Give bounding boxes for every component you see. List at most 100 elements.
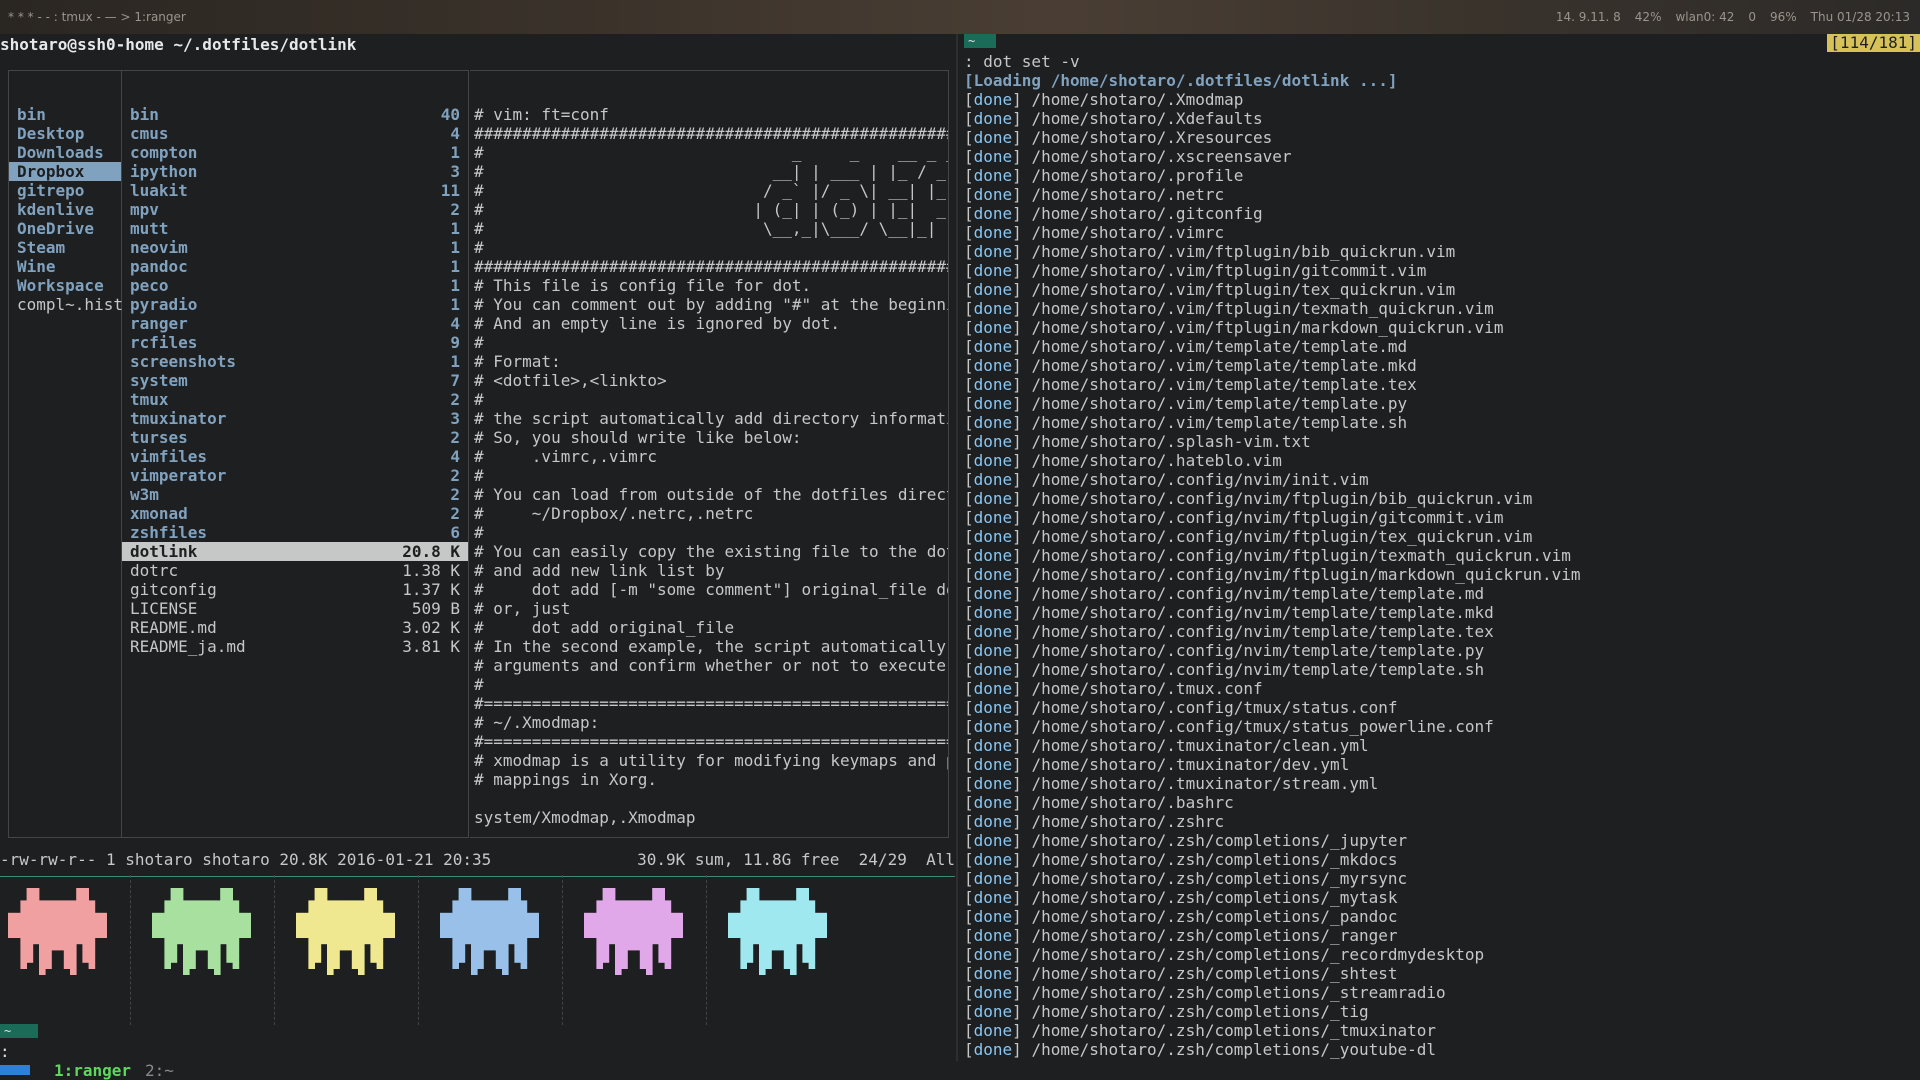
parent-dir-item[interactable]: Steam [9,238,121,257]
file-list-item[interactable]: rcfiles 9 [122,333,468,352]
parent-dir-item[interactable]: kdenlive [9,200,121,219]
done-path: /home/shotaro/.tmuxinator/clean.yml [1031,736,1369,755]
parent-dir-item[interactable]: Workspace [9,276,121,295]
done-label: done [973,451,1013,470]
done-line: [done] /home/shotaro/.config/nvim/ftplug… [964,508,1504,527]
tmux-window-1[interactable]: 1:ranger [54,1061,131,1080]
item-size: 6 [450,523,460,542]
done-line: [done] /home/shotaro/.vim/template/templ… [964,375,1417,394]
preview-line: # [474,238,484,257]
file-list-item[interactable]: vimfiles 4 [122,447,468,466]
done-path: /home/shotaro/.profile [1031,166,1244,185]
done-path: /home/shotaro/.zsh/completions/_recordmy… [1031,945,1485,964]
item-size: 1 [450,257,460,276]
done-label: done [973,470,1013,489]
item-name: gitconfig [130,580,217,599]
done-label: done [973,375,1013,394]
done-label: done [973,318,1013,337]
done-path: /home/shotaro/.zsh/completions/_mkdocs [1031,850,1398,869]
item-size: 3.81 K [402,637,460,656]
file-list-item[interactable]: ranger 4 [122,314,468,333]
item-name: rcfiles [130,333,198,352]
item-name: ranger [130,314,188,333]
preview-line: # ~/Dropbox/.netrc,.netrc [474,504,754,523]
done-path: /home/shotaro/.splash-vim.txt [1031,432,1311,451]
parent-dir-item[interactable]: Desktop [9,124,121,143]
preview-line: # You can easily copy the existing file … [474,542,949,561]
done-path: /home/shotaro/.vim/template/template.md [1031,337,1408,356]
file-list-item[interactable]: README_ja.md 3.81 K [122,637,468,656]
file-list-item[interactable]: screenshots 1 [122,352,468,371]
file-list-item[interactable]: luakit 11 [122,181,468,200]
file-list-item[interactable]: vimperator 2 [122,466,468,485]
done-label: done [973,356,1013,375]
file-list-item[interactable]: compton 1 [122,143,468,162]
upload-indicator: 0 [1748,10,1756,24]
done-line: [done] /home/shotaro/.hateblo.vim [964,451,1282,470]
file-list-item[interactable]: pyradio 1 [122,295,468,314]
item-name: pandoc [130,257,188,276]
preview-line: # or, just [474,599,571,618]
file-info: -rw-rw-r-- 1 shotaro shotaro 20.8K 2016-… [0,850,492,869]
done-path: /home/shotaro/.config/nvim/template/temp… [1031,660,1485,679]
item-size: 1 [450,276,460,295]
file-list-item[interactable]: tmux 2 [122,390,468,409]
preview-line: # [474,675,484,694]
parent-dir-item[interactable]: Dropbox [9,162,121,181]
preview-line: ########################################… [474,124,949,143]
file-list-item[interactable]: zshfiles 6 [122,523,468,542]
item-name: mpv [130,200,159,219]
parent-dir-item[interactable]: OneDrive [9,219,121,238]
file-list-item[interactable]: cmus 4 [122,124,468,143]
file-list-item[interactable]: LICENSE 509 B [122,599,468,618]
item-size: 4 [450,314,460,333]
file-list-item[interactable]: README.md 3.02 K [122,618,468,637]
done-label: done [973,907,1013,926]
done-line: [done] /home/shotaro/.config/nvim/init.v… [964,470,1369,489]
parent-dir-item[interactable]: gitrepo [9,181,121,200]
shell-prompt[interactable]: : [0,1042,10,1061]
file-list-item[interactable]: w3m 2 [122,485,468,504]
ranger-current-column[interactable]: bin 40 cmus 4 compton 1 ipython 3 luakit 11 mpv 2 mu… [122,70,469,838]
parent-dir-item[interactable]: Downloads [9,143,121,162]
tmux-window-2[interactable]: 2:~ [145,1061,174,1080]
file-list-item[interactable]: peco 1 [122,276,468,295]
parent-dir-item[interactable]: Wine [9,257,121,276]
parent-dir-item[interactable]: compl~.hist [9,295,123,314]
file-list-item[interactable]: mutt 1 [122,219,468,238]
done-line: [done] /home/shotaro/.zsh/completions/_t… [964,1002,1369,1021]
done-path: /home/shotaro/.zsh/completions/_tig [1031,1002,1369,1021]
done-label: done [973,261,1013,280]
file-list-item[interactable]: ipython 3 [122,162,468,181]
file-list-item[interactable]: turses 2 [122,428,468,447]
ranger-user-host: shotaro@ssh0-home [0,35,164,54]
file-list-item[interactable]: system 7 [122,371,468,390]
file-list-item[interactable]: neovim 1 [122,238,468,257]
file-list-item[interactable]: dotrc 1.38 K [122,561,468,580]
file-list-item[interactable]: gitconfig 1.37 K [122,580,468,599]
file-list-item[interactable]: mpv 2 [122,200,468,219]
done-label: done [973,337,1013,356]
item-size: 2 [450,428,460,447]
pane-split[interactable] [956,34,958,1061]
done-line: [done] /home/shotaro/.config/nvim/templa… [964,622,1494,641]
done-label: done [973,698,1013,717]
file-list-item[interactable]: xmonad 2 [122,504,468,523]
done-path: /home/shotaro/.vim/ftplugin/tex_quickrun… [1031,280,1456,299]
done-path: /home/shotaro/.config/nvim/ftplugin/tex_… [1031,527,1533,546]
done-line: [done] /home/shotaro/.vim/ftplugin/markd… [964,318,1504,337]
parent-dir-item[interactable]: bin [9,105,121,124]
file-list-item[interactable]: dotlink 20.8 K [122,542,468,561]
terminal-pane[interactable]: ~ [114/181] : dot set -v [Loading /home/… [964,34,1920,1061]
preview-line: # mappings in Xorg. [474,770,658,789]
file-list-item[interactable]: tmuxinator 3 [122,409,468,428]
preview-line: # ~/.Xmodmap: [474,713,600,732]
done-path: /home/shotaro/.zsh/completions/_streamra… [1031,983,1446,1002]
done-path: /home/shotaro/.tmuxinator/dev.yml [1031,755,1350,774]
invader-sprite [440,888,540,975]
file-list-item[interactable]: bin 40 [122,105,468,124]
preview-line: # Format: [474,352,561,371]
ranger-header: shotaro@ssh0-home ~/.dotfiles/dotlink [0,34,356,56]
ranger-parent-column[interactable]: bin Desktop Downloads Dropbox gitrepo kdenliv… [8,70,123,838]
file-list-item[interactable]: pandoc 1 [122,257,468,276]
